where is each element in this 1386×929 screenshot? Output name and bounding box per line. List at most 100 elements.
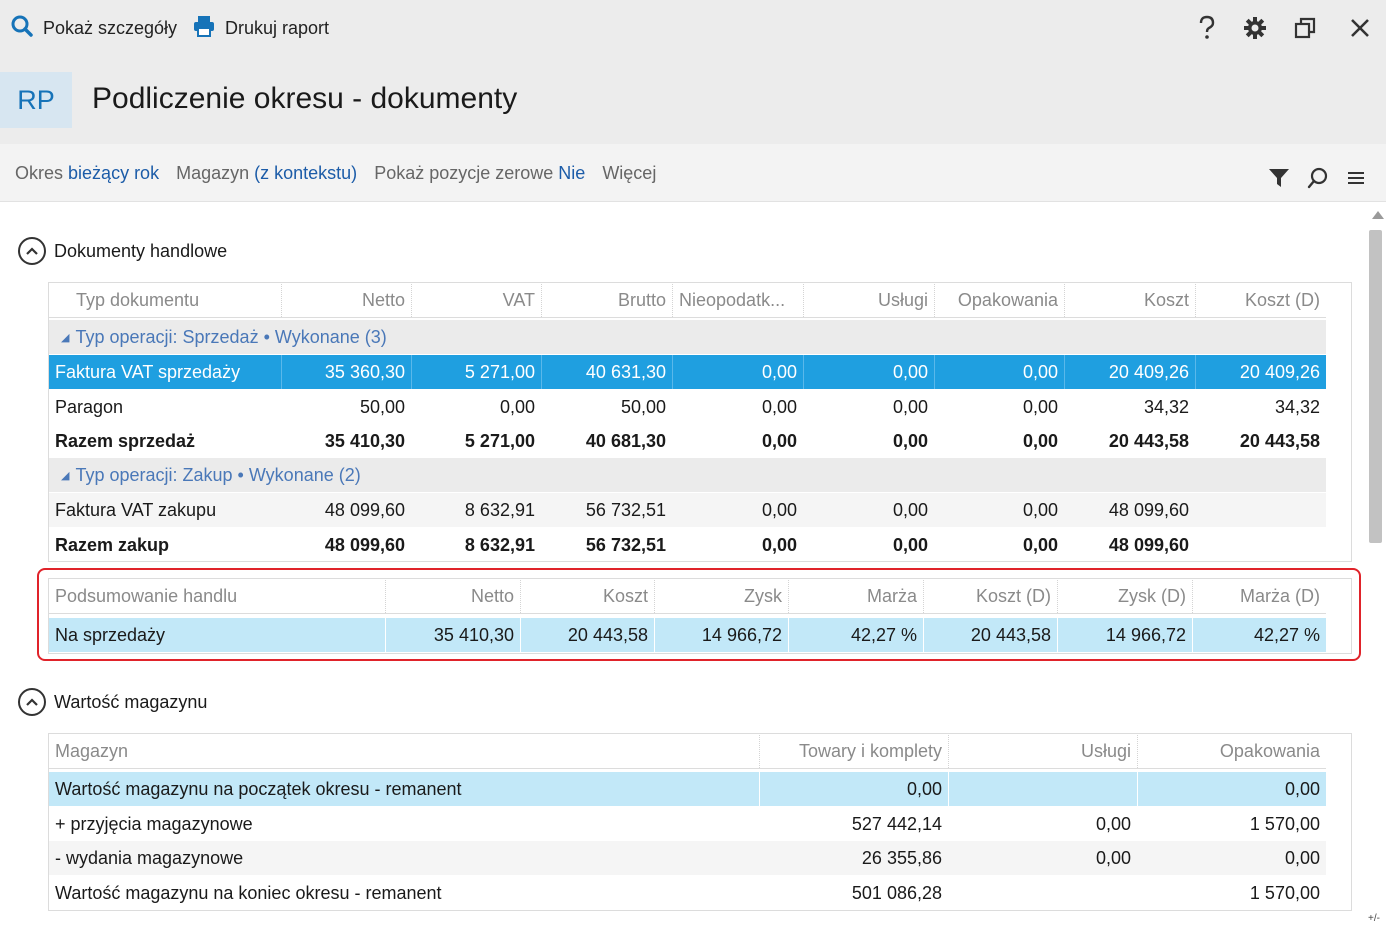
cell-net: 48 099,60 — [324, 534, 405, 555]
filter-warehouse-value[interactable]: (z kontekstu) — [254, 163, 357, 183]
col-header-warehouse[interactable]: Magazyn — [49, 735, 759, 768]
cell-services: 0,00 — [892, 534, 928, 555]
table-row[interactable]: Paragon 50,00 0,00 50,00 0,00 0,00 0,00 … — [49, 390, 1326, 424]
group-label-text: Typ operacji: Zakup • Wykonane (2) — [75, 464, 361, 485]
corner-label: +/- — [1368, 913, 1380, 924]
print-report-button[interactable]: Drukuj raport — [192, 14, 329, 42]
col-header-doc-type[interactable]: Typ dokumentu — [49, 284, 281, 317]
filter-bar: Okres bieżący rok Magazyn (z kontekstu) … — [0, 144, 1386, 202]
cell-untaxed: 0,00 — [761, 430, 797, 451]
cell-cost-d — [1195, 493, 1326, 527]
cell-vat: 0,00 — [499, 396, 535, 417]
documents-table: Typ dokumentu Netto VAT Brutto Nieopodat… — [48, 282, 1352, 562]
cell-gross: 40 631,30 — [541, 355, 672, 389]
cell-packaging: 1 570,00 — [1249, 882, 1320, 903]
cell-packaging: 0,00 — [934, 355, 1064, 389]
cell-doc-type: Razem zakup — [55, 534, 170, 555]
table-row-total-sales[interactable]: Razem sprzedaż 35 410,30 5 271,00 40 681… — [49, 424, 1326, 458]
col-header-packaging[interactable]: Opakowania — [1137, 735, 1326, 768]
filter-zero-value[interactable]: Nie — [558, 163, 585, 183]
table-row[interactable]: + przyjęcia magazynowe 527 442,14 0,00 1… — [49, 807, 1326, 841]
help-icon[interactable] — [1193, 14, 1221, 42]
cell-gross: 56 732,51 — [585, 499, 666, 520]
menu-icon[interactable] — [1342, 164, 1370, 192]
cell-cost-d — [1195, 528, 1326, 562]
table-header: Magazyn Towary i komplety Usługi Opakowa… — [49, 735, 1326, 769]
show-details-label: Pokaż szczegóły — [43, 17, 178, 38]
cell-packaging: 0,00 — [1022, 396, 1058, 417]
cell-goods: 501 086,28 — [851, 882, 942, 903]
cell-services: 0,00 — [892, 430, 928, 451]
col-header-vat[interactable]: VAT — [411, 284, 541, 317]
cell-packaging: 0,00 — [1022, 430, 1058, 451]
cell-warehouse: Wartość magazynu na początek okresu - re… — [55, 778, 462, 799]
cell-packaging: 0,00 — [1022, 499, 1058, 520]
cell-packaging: 1 570,00 — [1249, 813, 1320, 834]
cell-cost: 48 099,60 — [1108, 534, 1189, 555]
filter-period[interactable]: Okres bieżący rok — [15, 163, 159, 184]
filter-period-value[interactable]: bieżący rok — [68, 163, 159, 183]
warehouse-table: Magazyn Towary i komplety Usługi Opakowa… — [48, 733, 1352, 911]
filter-more[interactable]: Więcej — [602, 163, 656, 184]
expand-triangle-icon[interactable]: ◢ — [61, 331, 69, 344]
col-header-cost-d[interactable]: Koszt (D) — [1195, 284, 1326, 317]
group-label-text: Typ operacji: Sprzedaż • Wykonane (3) — [75, 326, 387, 347]
col-header-services[interactable]: Usługi — [803, 284, 934, 317]
close-icon[interactable] — [1346, 14, 1374, 42]
cell-warehouse: Wartość magazynu na koniec okresu - rema… — [55, 882, 442, 903]
filter-zero-items[interactable]: Pokaż pozycje zerowe Nie — [374, 163, 585, 184]
show-details-button[interactable]: Pokaż szczegóły — [10, 14, 177, 42]
table-row[interactable]: Wartość magazynu na koniec okresu - rema… — [49, 876, 1326, 910]
group-row-sales[interactable]: ◢ Typ operacji: Sprzedaż • Wykonane (3) — [49, 320, 1326, 354]
col-header-goods[interactable]: Towary i komplety — [759, 735, 948, 768]
cell-cost: 34,32 — [1143, 396, 1189, 417]
collapse-icon[interactable] — [18, 237, 46, 265]
cell-gross: 56 732,51 — [585, 534, 666, 555]
cell-net: 48 099,60 — [324, 499, 405, 520]
filter-icon[interactable] — [1265, 164, 1293, 192]
col-header-net[interactable]: Netto — [281, 284, 411, 317]
report-badge: RP — [0, 72, 72, 128]
cell-gross: 40 681,30 — [585, 430, 666, 451]
table-row[interactable]: Faktura VAT sprzedaży 35 360,30 5 271,00… — [49, 355, 1326, 389]
table-row[interactable]: - wydania magazynowe 26 355,86 0,00 0,00 — [49, 841, 1326, 875]
group-row-purchase[interactable]: ◢ Typ operacji: Zakup • Wykonane (2) — [49, 458, 1326, 492]
cell-packaging: 0,00 — [1137, 772, 1326, 806]
top-toolbar: Pokaż szczegóły Drukuj raport — [0, 0, 1386, 56]
cell-untaxed: 0,00 — [672, 355, 803, 389]
col-header-cost[interactable]: Koszt — [1064, 284, 1195, 317]
page-title: Podliczenie okresu - dokumenty — [92, 82, 518, 115]
table-row[interactable]: Faktura VAT zakupu 48 099,60 8 632,91 56… — [49, 493, 1326, 527]
filter-warehouse[interactable]: Magazyn (z kontekstu) — [176, 163, 357, 184]
cell-doc-type: Paragon — [55, 396, 124, 417]
printer-icon — [192, 14, 216, 43]
cell-untaxed: 0,00 — [761, 499, 797, 520]
cell-packaging: 0,00 — [1022, 534, 1058, 555]
cell-goods: 527 442,14 — [851, 813, 942, 834]
expand-triangle-icon[interactable]: ◢ — [61, 469, 69, 482]
cell-vat: 8 632,91 — [464, 534, 535, 555]
search-icon[interactable] — [1304, 164, 1332, 192]
cell-vat: 8 632,91 — [464, 499, 535, 520]
group-label: ◢ Typ operacji: Zakup • Wykonane (2) — [49, 458, 649, 492]
section-warehouse-value[interactable]: Wartość magazynu — [18, 688, 207, 716]
cell-vat: 5 271,00 — [464, 430, 535, 451]
collapse-icon[interactable] — [18, 688, 46, 716]
section-trade-documents[interactable]: Dokumenty handlowe — [18, 237, 227, 265]
scroll-up-arrow[interactable] — [1372, 211, 1384, 219]
restore-window-icon[interactable] — [1291, 14, 1319, 42]
section-title: Wartość magazynu — [54, 691, 208, 712]
cell-services — [948, 772, 1137, 806]
table-row-total-purchase[interactable]: Razem zakup 48 099,60 8 632,91 56 732,51… — [49, 528, 1326, 562]
group-label: ◢ Typ operacji: Sprzedaż • Wykonane (3) — [49, 320, 649, 354]
scrollbar-thumb[interactable] — [1369, 230, 1382, 543]
col-header-gross[interactable]: Brutto — [541, 284, 672, 317]
cell-cost-d: 20 443,58 — [1239, 430, 1320, 451]
cell-untaxed: 0,00 — [761, 534, 797, 555]
col-header-packaging[interactable]: Opakowania — [934, 284, 1064, 317]
gear-icon[interactable] — [1241, 14, 1269, 42]
table-row[interactable]: Wartość magazynu na początek okresu - re… — [49, 772, 1326, 806]
cell-vat: 5 271,00 — [411, 355, 541, 389]
col-header-untaxed[interactable]: Nieopodatk... — [672, 284, 803, 317]
col-header-services[interactable]: Usługi — [948, 735, 1137, 768]
